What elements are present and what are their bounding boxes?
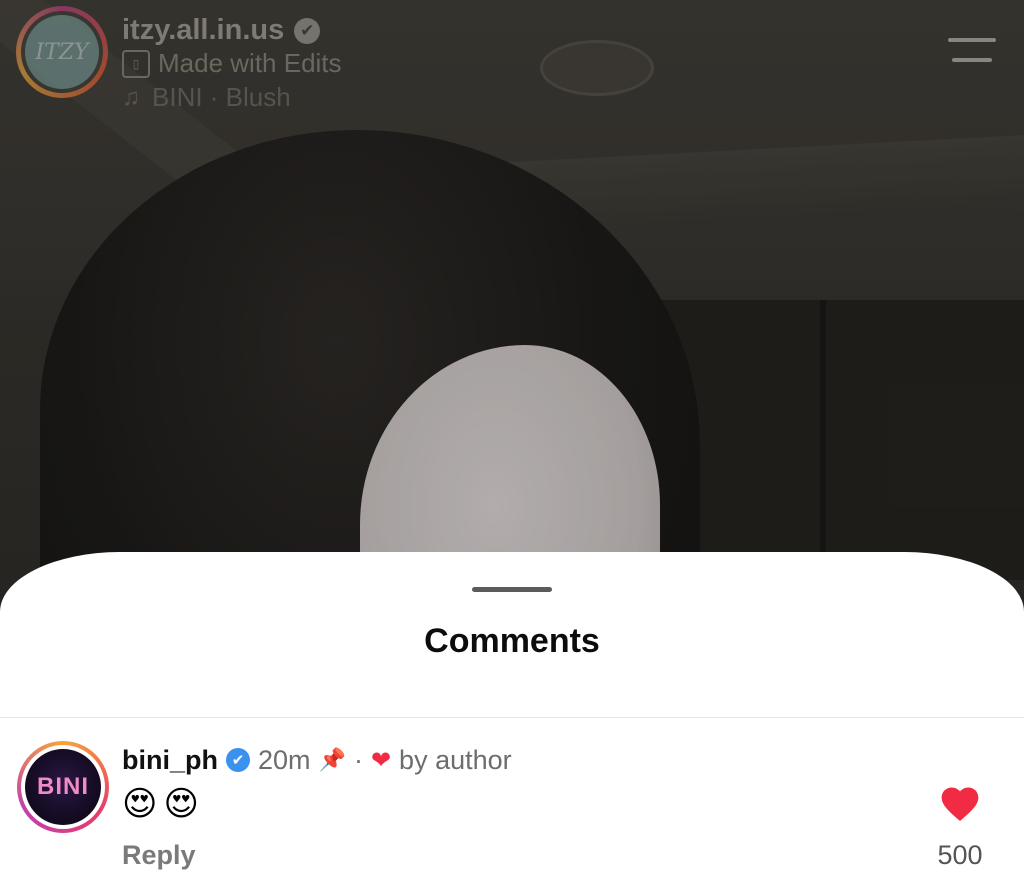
menu-icon[interactable] <box>948 38 996 64</box>
commenter-avatar-image: BINI <box>25 749 101 825</box>
verified-badge-icon: ✔ <box>294 17 321 44</box>
edits-icon: ▯ <box>122 49 150 78</box>
pin-icon: 📌 <box>318 747 346 772</box>
liked-by-author-label: by author <box>399 744 512 775</box>
music-attribution[interactable]: ♫ BINI · Blush <box>122 82 291 113</box>
drag-handle[interactable] <box>472 587 552 592</box>
separator-dot: · <box>353 744 363 775</box>
verified-badge-icon: ✔ <box>226 748 250 772</box>
like-heart-icon[interactable] <box>938 782 982 826</box>
comment-timestamp: 20m <box>258 744 311 775</box>
comment-meta: bini_ph ✔ 20m 📌 · ❤ by author <box>122 742 512 778</box>
author-username-row[interactable]: itzy.all.in.us ✔ <box>122 14 321 47</box>
edits-attribution[interactable]: ▯ Made with Edits <box>122 48 342 79</box>
music-label: BINI · Blush <box>152 82 291 112</box>
commenter-username[interactable]: bini_ph <box>122 745 218 776</box>
heart-icon: ❤ <box>370 746 392 774</box>
comments-title: Comments <box>424 622 600 660</box>
author-avatar[interactable]: ITZY <box>16 6 108 98</box>
author-username[interactable]: itzy.all.in.us <box>122 14 284 47</box>
reply-button[interactable]: Reply <box>122 840 196 871</box>
divider <box>0 717 1024 718</box>
comments-sheet: Comments BINI bini_ph ✔ 20m 📌 · ❤ by aut… <box>0 552 1024 894</box>
author-avatar-image: ITZY <box>25 15 99 89</box>
like-count: 500 <box>937 840 983 870</box>
edits-label: Made with Edits <box>158 48 342 78</box>
comment-text: 😍😍 <box>122 784 205 824</box>
commenter-avatar[interactable]: BINI <box>17 741 109 833</box>
reel-header: ITZY itzy.all.in.us ✔ ▯ Made with Edits … <box>0 0 1024 120</box>
music-note-icon: ♫ <box>122 83 140 111</box>
